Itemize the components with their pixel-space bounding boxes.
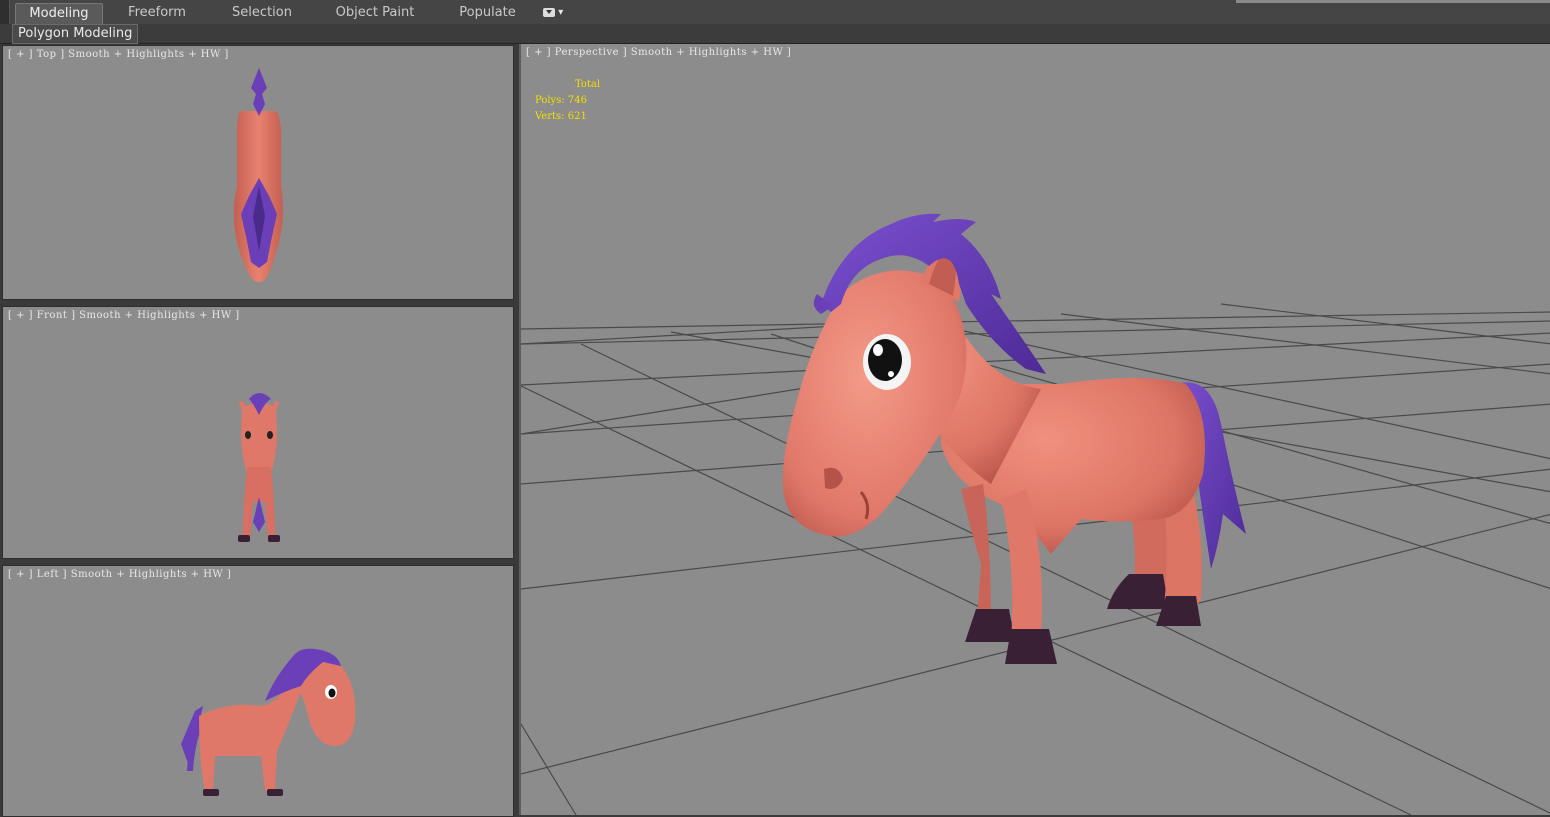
stats-header: Total	[575, 79, 601, 90]
viewport-label-perspective[interactable]: [ + ] Perspective ] Smooth + Highlights …	[526, 47, 791, 58]
stats-verts-row: Verts: 621	[535, 109, 600, 125]
stats-verts-label: Verts:	[535, 111, 565, 122]
stats-overlay: Total Polys: 746 Verts: 621	[535, 77, 600, 125]
tab-freeform[interactable]: Freeform	[117, 3, 197, 23]
stats-verts-value: 621	[567, 111, 587, 122]
tab-object-paint[interactable]: Object Paint	[330, 3, 420, 23]
pony-hoof-left-front	[267, 789, 283, 796]
ribbon-divider	[1236, 0, 1550, 3]
chevron-down-icon: ▾	[558, 7, 564, 18]
ribbon-panel-bar	[0, 24, 1550, 44]
tab-modeling[interactable]: Modeling	[15, 3, 103, 24]
ribbon-options-icon	[543, 7, 555, 17]
viewport-front[interactable]: [ + ] Front ] Smooth + Highlights + HW ]	[2, 306, 514, 559]
stats-polys-row: Polys: 746	[535, 93, 600, 109]
tab-populate[interactable]: Populate	[450, 3, 525, 23]
perspective-render	[521, 213, 1550, 815]
viewport-left[interactable]: [ + ] Left ] Smooth + Highlights + HW ]	[2, 565, 514, 817]
pony-hoof-front-right	[268, 535, 280, 542]
pony-eye-pupil	[868, 339, 902, 381]
stats-polys-label: Polys:	[535, 95, 565, 106]
pony-hoof-front-left	[238, 535, 250, 542]
pony-hoof-front-left	[965, 609, 1015, 642]
left-view-render	[181, 648, 356, 796]
pony-tail-top	[251, 68, 267, 116]
stats-polys-value: 746	[567, 95, 587, 106]
ribbon-options-dropdown[interactable]: ▾	[543, 6, 571, 19]
pony-hoof-left-back	[203, 789, 219, 796]
viewport-top[interactable]: [ + ] Top ] Smooth + Highlights + HW ]	[2, 45, 514, 300]
front-view-render	[238, 393, 280, 542]
pony-tail-front	[253, 497, 265, 532]
pony-body-left	[199, 676, 301, 791]
pony-hoof-back-left	[1107, 574, 1169, 609]
pony-head-perspective	[782, 270, 967, 537]
polygon-modeling-panel-button[interactable]: Polygon Modeling	[12, 24, 139, 44]
ribbon-tab-bar: Modeling Freeform Selection Object Paint…	[0, 0, 1550, 25]
top-view-render	[233, 68, 283, 283]
viewport-perspective[interactable]: [ + ] Perspective ] Smooth + Highlights …	[519, 44, 1550, 815]
tab-selection[interactable]: Selection	[222, 3, 302, 23]
pony-hoof-front-right	[1005, 629, 1057, 664]
